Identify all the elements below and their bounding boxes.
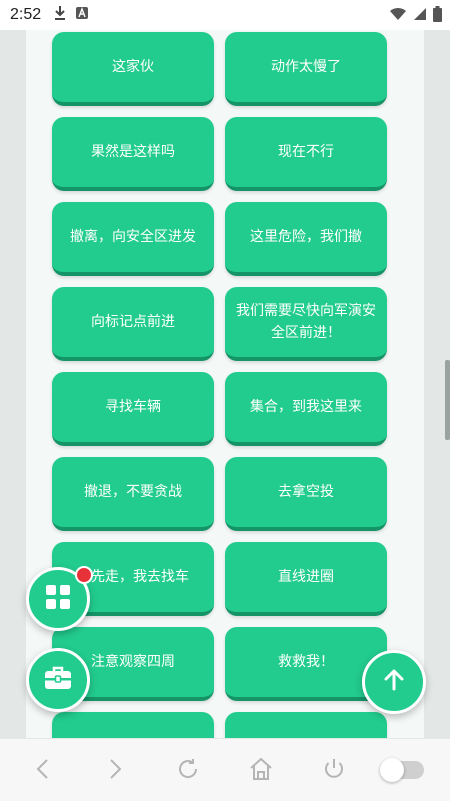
phrase-button[interactable]: 去拿空投 xyxy=(225,457,387,531)
battery-icon xyxy=(433,6,442,26)
home-icon xyxy=(248,756,274,786)
home-button[interactable] xyxy=(247,757,275,785)
phrase-button[interactable]: 直线进圈 xyxy=(225,542,387,616)
arrow-up-icon xyxy=(382,668,406,696)
phrase-button[interactable]: 集合，到我这里来 xyxy=(225,372,387,446)
toggle-knob xyxy=(380,758,404,782)
status-bar: 2:52 xyxy=(0,0,450,30)
phrase-button[interactable]: 撤退，不要贪战 xyxy=(52,457,214,531)
phrase-button[interactable]: 向标记点前进 xyxy=(52,287,214,361)
forward-icon xyxy=(109,758,123,784)
phrase-button[interactable]: 动作太慢了 xyxy=(225,32,387,106)
toolbox-icon xyxy=(44,666,72,694)
phrase-button[interactable]: 撤离，向安全区进发 xyxy=(52,202,214,276)
back-button[interactable] xyxy=(28,757,56,785)
toolbox-fab-button[interactable] xyxy=(26,648,90,712)
browser-toolbar xyxy=(0,738,450,801)
scroll-top-button[interactable] xyxy=(362,650,426,714)
phrase-button[interactable]: 果然是这样吗 xyxy=(52,117,214,191)
download-icon xyxy=(53,5,67,25)
scrollbar[interactable] xyxy=(445,360,450,440)
a-icon xyxy=(75,6,89,24)
phrase-button[interactable]: 这家伙 xyxy=(52,32,214,106)
forward-button[interactable] xyxy=(102,757,130,785)
phrase-grid: 这家伙 动作太慢了 果然是这样吗 现在不行 撤离，向安全区进发 这里危险，我们撤… xyxy=(0,30,450,738)
phrase-button[interactable] xyxy=(225,712,387,738)
phrase-list-view[interactable]: 这家伙 动作太慢了 果然是这样吗 现在不行 撤离，向安全区进发 这里危险，我们撤… xyxy=(0,30,450,738)
refresh-icon xyxy=(176,757,200,785)
phrase-button[interactable]: 寻找车辆 xyxy=(52,372,214,446)
power-icon xyxy=(322,757,346,785)
refresh-button[interactable] xyxy=(174,757,202,785)
notification-badge xyxy=(75,566,93,584)
power-button[interactable] xyxy=(320,757,348,785)
toggle-switch[interactable] xyxy=(380,758,424,782)
status-time: 2:52 xyxy=(10,6,42,23)
grid-icon xyxy=(45,584,71,614)
back-icon xyxy=(35,758,49,784)
phrase-button[interactable] xyxy=(52,712,214,738)
wifi-icon xyxy=(389,7,407,25)
phrase-button[interactable]: 我们需要尽快向军演安全区前进！ xyxy=(225,287,387,361)
phrase-button[interactable]: 这里危险，我们撤 xyxy=(225,202,387,276)
signal-icon xyxy=(413,7,427,25)
phrase-button[interactable]: 现在不行 xyxy=(225,117,387,191)
